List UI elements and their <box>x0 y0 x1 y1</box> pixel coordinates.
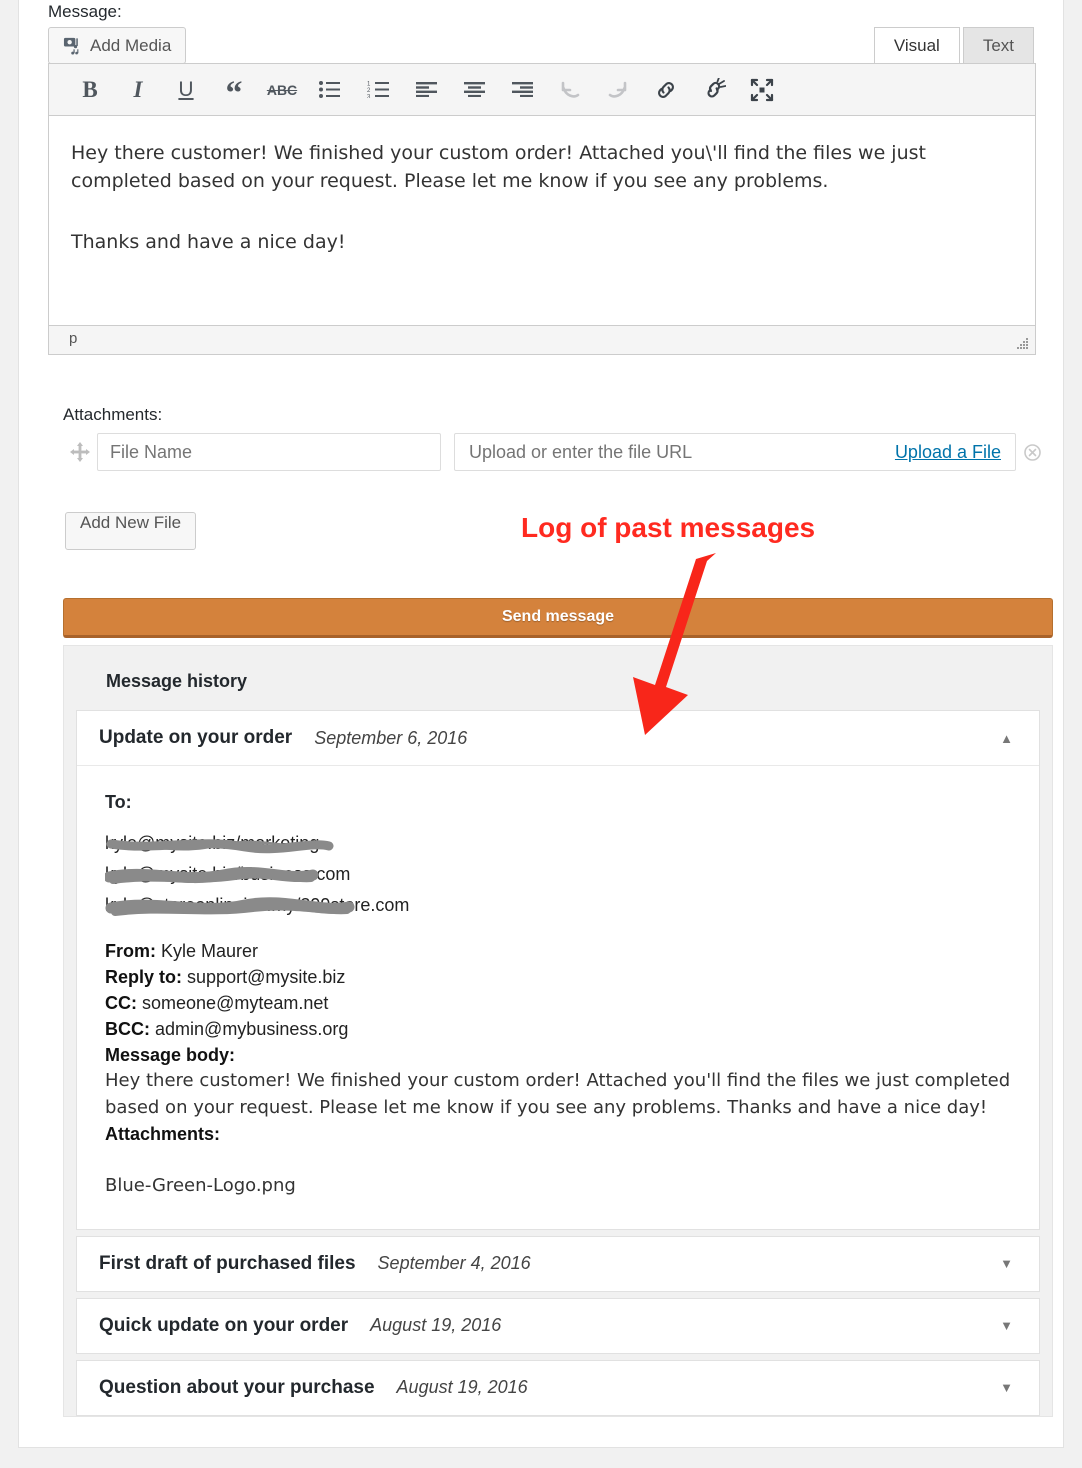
recipient-redacted-3: kyle@storeonlineinc.my/399store.com <box>105 895 1011 926</box>
svg-text:3: 3 <box>367 95 371 99</box>
message-body-text: Hey there customer! We finished your cus… <box>105 1070 1011 1118</box>
editor-status-bar: p <box>48 326 1036 355</box>
annotation-label: Log of past messages <box>521 512 816 543</box>
align-left-icon[interactable] <box>402 70 450 110</box>
editor-paragraph-1: Hey there customer! We finished your cus… <box>71 142 926 192</box>
add-new-file-button[interactable]: Add New File <box>65 512 197 550</box>
message-body-label-line: Message body: <box>105 1042 1011 1068</box>
chevron-down-icon[interactable]: ▼ <box>1000 1318 1013 1333</box>
message-date: September 6, 2016 <box>314 727 468 748</box>
message-history-panel: Message history Update on your order Sep… <box>63 645 1053 1417</box>
message-history-header[interactable]: First draft of purchased files September… <box>77 1237 1039 1291</box>
add-media-button[interactable]: Add Media <box>48 27 187 64</box>
recipient-redacted-1: kyle@mysite.biz/marketing <box>105 833 1011 864</box>
underline-icon[interactable]: U <box>162 70 210 110</box>
tab-visual[interactable]: Visual <box>873 27 960 63</box>
align-center-icon[interactable] <box>450 70 498 110</box>
from-value: Kyle Maurer <box>161 941 259 961</box>
editor-mode-tabs: Visual Text <box>873 27 1034 63</box>
file-url-box: Upload a File <box>454 433 1016 471</box>
unlink-icon[interactable] <box>690 70 738 110</box>
message-meta: From: Kyle Maurer Reply to: support@mysi… <box>105 938 1011 1199</box>
cc-value: someone@myteam.net <box>142 993 329 1014</box>
detail-attachments-label-line: Attachments: <box>105 1121 1011 1147</box>
message-date: August 19, 2016 <box>396 1377 528 1398</box>
chevron-down-icon[interactable]: ▼ <box>1000 1256 1013 1271</box>
media-icon <box>63 36 82 55</box>
message-label: Message: <box>48 2 122 21</box>
redo-icon[interactable] <box>594 70 642 110</box>
message-title: Quick update on your order <box>99 1314 349 1336</box>
message-title: Update on your order <box>99 727 293 748</box>
message-form-page: Message: Add Media Visual Text B I U “ A… <box>18 0 1064 1448</box>
editor-paragraph-2: Thanks and have a nice day! <box>71 231 346 254</box>
message-history-item: Question about your purchase August 19, … <box>76 1359 1040 1416</box>
reply-to-line: Reply to: support@mysite.biz <box>105 964 1011 990</box>
reply-to-label: Reply to: <box>105 967 183 988</box>
redaction-scribble-icon <box>105 867 319 884</box>
numbered-list-icon[interactable]: 1 2 3 <box>354 70 402 110</box>
cc-label: CC: <box>105 993 137 1014</box>
message-history-header[interactable]: Question about your purchase August 19, … <box>77 1361 1039 1415</box>
attachment-row: Upload a File <box>63 433 1053 471</box>
remove-attachment-icon[interactable] <box>1024 443 1041 461</box>
resize-grip-icon[interactable] <box>1014 335 1030 351</box>
redaction-scribble-icon <box>106 839 334 854</box>
align-right-icon[interactable] <box>498 70 546 110</box>
file-name-input[interactable] <box>97 433 441 471</box>
fullscreen-icon[interactable] <box>738 70 786 110</box>
upload-a-file-link[interactable]: Upload a File <box>895 442 1001 463</box>
editor-toolbar: B I U “ ABC 1 2 3 <box>48 63 1036 116</box>
redaction-scribble-icon <box>105 897 355 916</box>
message-history-item: First draft of purchased files September… <box>76 1235 1040 1292</box>
message-body-label: Message body: <box>105 1045 236 1066</box>
rich-text-editor: B I U “ ABC 1 2 3 Hey there customer! We… <box>48 63 1036 355</box>
attachment-file-name[interactable]: Blue-Green-Logo.png <box>105 1173 1011 1199</box>
link-icon[interactable] <box>642 70 690 110</box>
italic-icon[interactable]: I <box>114 70 162 110</box>
add-media-label: Add Media <box>90 35 172 55</box>
detail-attachments-label: Attachments: <box>105 1123 221 1144</box>
attachments-label: Attachments: <box>63 405 163 424</box>
message-history-header[interactable]: Update on your order September 6, 2016 ▲ <box>77 711 1039 765</box>
bullet-list-icon[interactable] <box>306 70 354 110</box>
chevron-up-icon[interactable]: ▲ <box>1000 731 1013 746</box>
message-detail-body: To: kyle@mysite.biz/marketing kyle@mysit… <box>77 765 1039 1229</box>
bold-icon[interactable]: B <box>66 70 114 110</box>
reply-to-value: support@mysite.biz <box>187 967 346 988</box>
from-label: From: <box>105 941 156 961</box>
bcc-label: BCC: <box>105 1019 150 1040</box>
svg-text:1: 1 <box>367 82 371 88</box>
message-history-title: Message history <box>106 671 248 691</box>
message-history-header[interactable]: Quick update on your order August 19, 20… <box>77 1299 1039 1353</box>
message-history-item-expanded: Update on your order September 6, 2016 ▲… <box>76 710 1040 1230</box>
editor-element-path: p <box>69 330 78 347</box>
message-history-item: Quick update on your order August 19, 20… <box>76 1297 1040 1354</box>
file-url-input[interactable] <box>467 440 807 464</box>
message-date: September 4, 2016 <box>377 1253 531 1274</box>
tab-text[interactable]: Text <box>962 27 1034 63</box>
undo-icon[interactable] <box>546 70 594 110</box>
bcc-line: BCC: admin@mybusiness.org <box>105 1016 1011 1042</box>
svg-text:2: 2 <box>367 88 371 94</box>
drag-handle-icon[interactable] <box>63 433 97 471</box>
to-label: To: <box>105 792 132 812</box>
cc-line: CC: someone@myteam.net <box>105 990 1011 1016</box>
send-message-button[interactable]: Send message <box>63 598 1053 638</box>
message-date: August 19, 2016 <box>370 1315 502 1336</box>
blockquote-icon[interactable]: “ <box>210 70 258 111</box>
message-title: Question about your purchase <box>99 1376 375 1398</box>
message-title: First draft of purchased files <box>99 1252 356 1274</box>
chevron-down-icon[interactable]: ▼ <box>1000 1380 1013 1395</box>
recipient-redacted-2: kyle@mysite.biz/business.com <box>105 864 1011 895</box>
from-line: From: Kyle Maurer <box>105 938 1011 964</box>
editor-content-area[interactable]: Hey there customer! We finished your cus… <box>48 116 1036 326</box>
strikethrough-icon[interactable]: ABC <box>258 70 306 110</box>
bcc-value: admin@mybusiness.org <box>155 1019 349 1040</box>
